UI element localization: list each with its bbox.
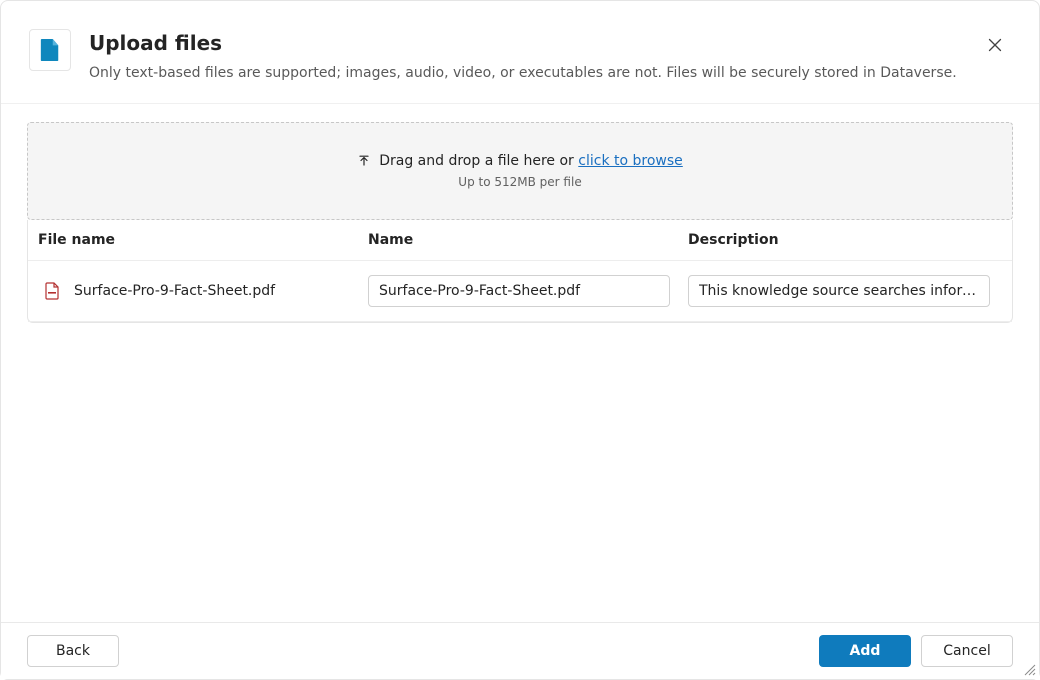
dialog-header: Upload files Only text-based files are s…: [1, 1, 1039, 104]
name-input[interactable]: [368, 275, 670, 307]
table-header: File name Name Description: [28, 220, 1012, 261]
cancel-button[interactable]: Cancel: [921, 635, 1013, 667]
file-name-text: Surface-Pro-9-Fact-Sheet.pdf: [74, 283, 275, 299]
file-cell: Surface-Pro-9-Fact-Sheet.pdf: [38, 282, 368, 300]
col-description: Description: [688, 232, 1002, 248]
files-table: File name Name Description Surface-Pro-9…: [27, 220, 1013, 323]
dropzone-message: Drag and drop a file here or click to br…: [357, 153, 683, 169]
file-icon: [29, 29, 71, 71]
dropzone-hint: Up to 512MB per file: [458, 175, 581, 189]
browse-link[interactable]: click to browse: [578, 153, 683, 169]
dialog-subtitle: Only text-based files are supported; ima…: [89, 63, 979, 83]
dropzone-prefix: Drag and drop a file here or: [379, 153, 578, 169]
upload-icon: [357, 154, 371, 168]
col-file-name: File name: [38, 232, 368, 248]
add-button[interactable]: Add: [819, 635, 911, 667]
pdf-icon: [44, 282, 60, 300]
close-button[interactable]: [979, 29, 1011, 61]
close-icon: [987, 37, 1003, 53]
dialog-content: Drag and drop a file here or click to br…: [1, 104, 1039, 341]
description-input[interactable]: [688, 275, 990, 307]
table-row: Surface-Pro-9-Fact-Sheet.pdf: [28, 261, 1012, 322]
dropzone[interactable]: Drag and drop a file here or click to br…: [27, 122, 1013, 220]
dialog-footer: Back Add Cancel: [1, 622, 1039, 679]
dialog-title: Upload files: [89, 29, 979, 57]
col-name: Name: [368, 232, 688, 248]
back-button[interactable]: Back: [27, 635, 119, 667]
